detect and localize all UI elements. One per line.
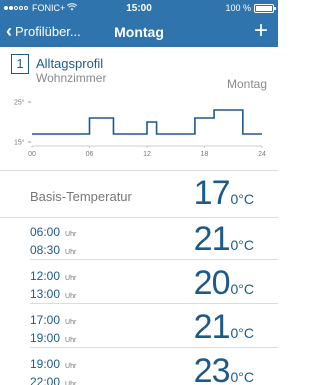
period-row[interactable]: 19:00 Uhr 22:00 Uhr 23 0°C (0, 350, 278, 385)
period-temperature: 21 0°C (194, 220, 254, 259)
base-temperature-label: Basis-Temperatur (30, 189, 132, 204)
period-temperature-number: 23 (193, 352, 231, 385)
period-row[interactable]: 12:00 Uhr 13:00 Uhr 20 0°C (0, 262, 278, 308)
base-temperature-row[interactable]: Basis-Temperatur 17 0°C (0, 172, 278, 218)
uhr-label: Uhr (65, 381, 77, 385)
navigation-bar: ‹ Profilüber... Montag + (0, 17, 278, 47)
uhr-label: Uhr (65, 231, 77, 238)
y-tick-label: 25° (14, 99, 25, 107)
battery-indicator: 100 % (225, 3, 276, 13)
period-start-time: 12:00 (30, 269, 61, 283)
base-temperature-unit: 0°C (230, 191, 255, 207)
divider (30, 259, 278, 260)
nav-title: Montag (114, 24, 164, 40)
period-end-time: 08:30 (30, 243, 61, 257)
period-end: 19:00 Uhr (30, 331, 76, 345)
uhr-label: Uhr (65, 363, 77, 370)
period-start-time: 19:00 (30, 357, 61, 371)
x-tick-label: 18 (201, 151, 209, 158)
uhr-label: Uhr (65, 319, 77, 326)
period-start: 06:00 Uhr (30, 225, 76, 239)
period-temperature: 23 0°C (194, 352, 254, 385)
period-end: 13:00 Uhr (30, 287, 76, 301)
uhr-label: Uhr (65, 293, 77, 300)
profile-header: 1 Alltagsprofil Wohnzimmer Montag (11, 54, 271, 91)
profile-number-badge: 1 (11, 54, 29, 74)
period-end-time: 22:00 (30, 375, 61, 385)
x-tick-label: 06 (86, 151, 94, 158)
period-temperature-unit: 0°C (230, 237, 255, 253)
battery-icon (254, 3, 276, 13)
battery-percent: 100 % (225, 3, 251, 13)
period-start-time: 06:00 (30, 225, 61, 239)
x-tick-label: 12 (143, 151, 151, 158)
status-bar: FONIC+ 15:00 100 % (0, 0, 278, 17)
profile-room: Wohnzimmer (36, 71, 107, 85)
period-temperature: 21 0°C (194, 308, 254, 347)
period-temperature-number: 20 (193, 264, 231, 302)
profile-day: Montag (226, 77, 267, 91)
divider (30, 303, 278, 304)
period-row[interactable]: 17:00 Uhr 19:00 Uhr 21 0°C (0, 306, 278, 352)
period-start-time: 17:00 (30, 313, 61, 327)
period-temperature-unit: 0°C (230, 369, 255, 385)
base-temperature-value: 17 0°C (194, 174, 254, 213)
uhr-label: Uhr (65, 337, 77, 344)
period-row[interactable]: 06:00 Uhr 08:30 Uhr 21 0°C (0, 218, 278, 264)
profile-name: Alltagsprofil (36, 56, 104, 71)
period-end-time: 13:00 (30, 287, 61, 301)
period-end-time: 19:00 (30, 331, 61, 345)
x-tick-label: 00 (28, 151, 36, 158)
period-temperature-unit: 0°C (230, 281, 255, 297)
period-temperature-number: 21 (193, 220, 231, 258)
period-temperature-unit: 0°C (230, 325, 255, 341)
uhr-label: Uhr (65, 249, 77, 256)
period-start: 12:00 Uhr (30, 269, 76, 283)
divider (0, 170, 278, 171)
period-start: 17:00 Uhr (30, 313, 76, 327)
temperature-schedule-chart: 25° 15°00 06 12 18 24 (14, 99, 266, 159)
uhr-label: Uhr (65, 275, 77, 282)
y-tick-label: 15° (14, 139, 25, 147)
period-start: 19:00 Uhr (30, 357, 76, 371)
period-end: 22:00 Uhr (30, 375, 76, 385)
temperature-series-line (32, 109, 262, 135)
period-temperature-number: 21 (193, 308, 231, 346)
add-button[interactable]: + (254, 18, 268, 44)
x-tick-label: 24 (258, 151, 266, 158)
period-temperature: 20 0°C (194, 264, 254, 303)
base-temperature-number: 17 (193, 174, 231, 212)
period-end: 08:30 Uhr (30, 243, 76, 257)
battery-fill (256, 5, 272, 11)
divider (30, 347, 278, 348)
